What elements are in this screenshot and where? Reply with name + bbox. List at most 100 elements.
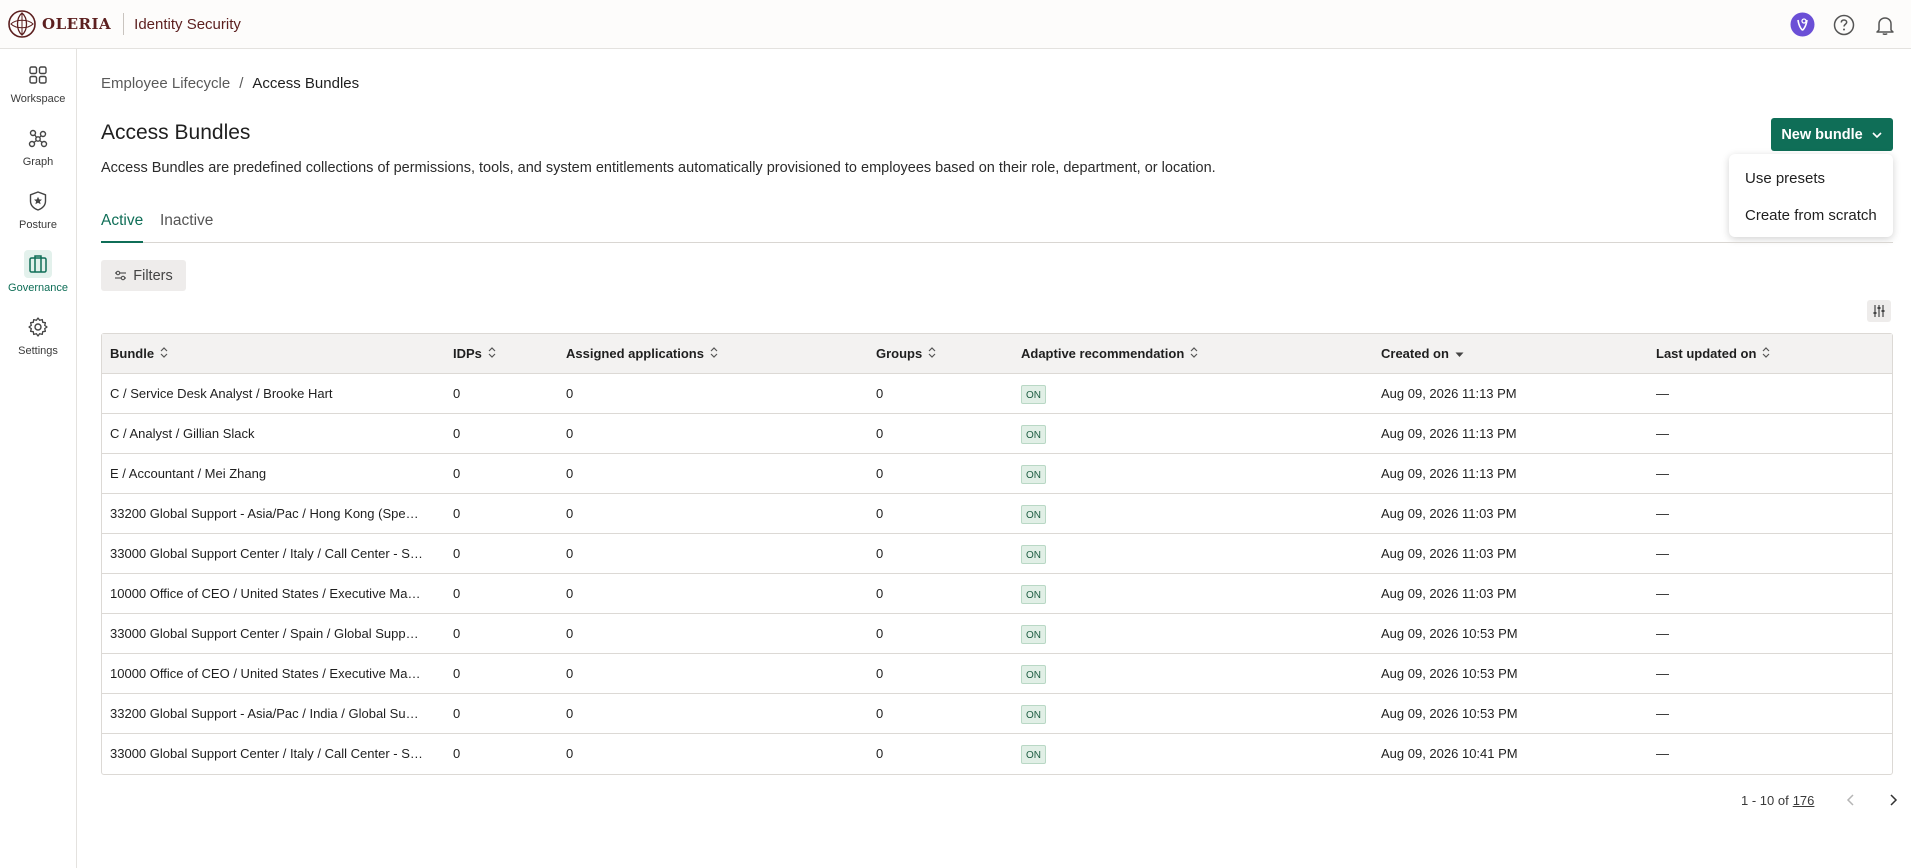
tab-inactive[interactable]: Inactive xyxy=(160,211,213,243)
cell-bundle[interactable]: 33000 Global Support Center / Italy / Ca… xyxy=(110,734,425,774)
help-button[interactable] xyxy=(1831,12,1856,37)
new-bundle-button[interactable]: New bundle xyxy=(1771,118,1893,151)
adaptive-status-badge: ON xyxy=(1021,705,1046,725)
next-page-button[interactable] xyxy=(1882,789,1904,811)
adaptive-status-badge: ON xyxy=(1021,465,1046,485)
cell-assigned-applications: 0 xyxy=(566,626,574,641)
menu-item-use-presets[interactable]: Use presets xyxy=(1729,160,1893,197)
column-header-idps[interactable]: IDPs xyxy=(453,346,496,361)
column-header-assigned-applications[interactable]: Assigned applications xyxy=(566,346,718,361)
cell-bundle[interactable]: 10000 Office of CEO / United States / Ex… xyxy=(110,654,425,694)
cell-bundle[interactable]: 33200 Global Support - Asia/Pac / Hong K… xyxy=(110,494,425,534)
table-body: C / Service Desk Analyst / Brooke Hart 0… xyxy=(102,374,1892,774)
tab-active[interactable]: Active xyxy=(101,211,144,243)
sidebar-item-posture[interactable]: Posture xyxy=(0,187,76,245)
cell-created-on: Aug 09, 2026 11:13 PM xyxy=(1381,466,1517,481)
column-header-created-on[interactable]: Created on xyxy=(1381,346,1464,361)
table-row[interactable]: 33200 Global Support - Asia/Pac / Hong K… xyxy=(102,494,1892,534)
cell-groups: 0 xyxy=(876,586,884,601)
table-row[interactable]: 33000 Global Support Center / Spain / Gl… xyxy=(102,614,1892,654)
notifications-button[interactable] xyxy=(1872,12,1897,37)
adaptive-status-badge: ON xyxy=(1021,385,1046,405)
cell-groups: 0 xyxy=(876,626,884,641)
user-avatar[interactable] xyxy=(1790,12,1815,37)
briefcase-icon xyxy=(24,250,52,278)
table-row[interactable]: 33200 Global Support - Asia/Pac / India … xyxy=(102,694,1892,734)
column-settings-button[interactable] xyxy=(1867,300,1891,322)
cell-created-on: Aug 09, 2026 11:13 PM xyxy=(1381,386,1517,401)
cell-assigned-applications: 0 xyxy=(566,706,574,721)
cell-bundle[interactable]: 33000 Global Support Center / Italy / Ca… xyxy=(110,534,425,574)
cell-adaptive: ON xyxy=(1021,494,1046,534)
filters-label: Filters xyxy=(133,267,173,284)
cell-assigned-applications: 0 xyxy=(566,506,574,521)
pagination-total[interactable]: 176 xyxy=(1793,793,1815,808)
help-icon xyxy=(1833,14,1854,35)
cell-last-updated-on: — xyxy=(1656,746,1669,761)
sort-icon xyxy=(160,346,168,361)
filters-button[interactable]: Filters xyxy=(101,260,186,291)
table-row[interactable]: 10000 Office of CEO / United States / Ex… xyxy=(102,654,1892,694)
table-row[interactable]: 33000 Global Support Center / Italy / Ca… xyxy=(102,734,1892,774)
page-title: Access Bundles xyxy=(101,121,251,144)
sidebar-item-workspace[interactable]: Workspace xyxy=(0,61,76,119)
column-header-last-updated-on[interactable]: Last updated on xyxy=(1656,346,1770,361)
sidebar-item-label: Governance xyxy=(8,282,68,294)
table-row[interactable]: C / Service Desk Analyst / Brooke Hart 0… xyxy=(102,374,1892,414)
top-bar: OLERIA Identity Security xyxy=(0,0,1911,49)
cell-adaptive: ON xyxy=(1021,374,1046,414)
page-description: Access Bundles are predefined collection… xyxy=(101,160,1216,176)
sliders-icon xyxy=(115,270,127,281)
adaptive-status-badge: ON xyxy=(1021,585,1046,605)
cell-assigned-applications: 0 xyxy=(566,746,574,761)
cell-groups: 0 xyxy=(876,746,884,761)
sidebar-item-graph[interactable]: Graph xyxy=(0,124,76,182)
cell-idps: 0 xyxy=(453,586,461,601)
bundles-table: Bundle IDPs Assigned applications Groups… xyxy=(101,333,1893,775)
column-header-groups[interactable]: Groups xyxy=(876,346,936,361)
chevron-right-icon xyxy=(1890,794,1898,806)
column-settings-icon xyxy=(1873,305,1885,317)
breadcrumb-link-employee-lifecycle[interactable]: Employee Lifecycle xyxy=(101,75,230,92)
cell-last-updated-on: — xyxy=(1656,506,1669,521)
logo[interactable]: OLERIA xyxy=(6,8,111,40)
column-label: Last updated on xyxy=(1656,346,1757,361)
column-label: Created on xyxy=(1381,346,1449,361)
table-row[interactable]: C / Analyst / Gillian Slack 0 0 0 ON Aug… xyxy=(102,414,1892,454)
sort-icon xyxy=(710,346,718,361)
cell-adaptive: ON xyxy=(1021,454,1046,494)
sidebar-item-governance[interactable]: Governance xyxy=(0,250,76,308)
cell-idps: 0 xyxy=(453,666,461,681)
cell-last-updated-on: — xyxy=(1656,546,1669,561)
cell-bundle[interactable]: 33000 Global Support Center / Spain / Gl… xyxy=(110,614,425,654)
cell-bundle[interactable]: C / Service Desk Analyst / Brooke Hart xyxy=(110,374,425,414)
previous-page-button[interactable] xyxy=(1840,789,1862,811)
cell-bundle[interactable]: E / Accountant / Mei Zhang xyxy=(110,454,425,494)
cell-adaptive: ON xyxy=(1021,574,1046,614)
sidebar-item-label: Posture xyxy=(19,219,57,231)
new-bundle-label: New bundle xyxy=(1781,126,1863,143)
table-row[interactable]: 10000 Office of CEO / United States / Ex… xyxy=(102,574,1892,614)
adaptive-status-badge: ON xyxy=(1021,425,1046,445)
sidebar-item-settings[interactable]: Settings xyxy=(0,313,76,371)
top-actions xyxy=(1790,12,1897,37)
sidebar-item-label: Settings xyxy=(18,345,58,357)
cell-bundle[interactable]: 10000 Office of CEO / United States / Ex… xyxy=(110,574,425,614)
shield-star-icon xyxy=(24,187,52,215)
table-row[interactable]: 33000 Global Support Center / Italy / Ca… xyxy=(102,534,1892,574)
pagination-range: 1 - 10 of xyxy=(1741,792,1789,808)
adaptive-status-badge: ON xyxy=(1021,665,1046,685)
cell-bundle[interactable]: C / Analyst / Gillian Slack xyxy=(110,414,425,454)
sort-icon xyxy=(928,346,936,361)
column-header-bundle[interactable]: Bundle xyxy=(110,346,168,361)
cell-groups: 0 xyxy=(876,506,884,521)
column-header-adaptive-recommendation[interactable]: Adaptive recommendation xyxy=(1021,346,1198,361)
cell-bundle[interactable]: 33200 Global Support - Asia/Pac / India … xyxy=(110,694,425,734)
cell-adaptive: ON xyxy=(1021,614,1046,654)
adaptive-status-badge: ON xyxy=(1021,625,1046,645)
cell-last-updated-on: — xyxy=(1656,386,1669,401)
table-row[interactable]: E / Accountant / Mei Zhang 0 0 0 ON Aug … xyxy=(102,454,1892,494)
cell-last-updated-on: — xyxy=(1656,666,1669,681)
cell-idps: 0 xyxy=(453,546,461,561)
cell-assigned-applications: 0 xyxy=(566,386,574,401)
